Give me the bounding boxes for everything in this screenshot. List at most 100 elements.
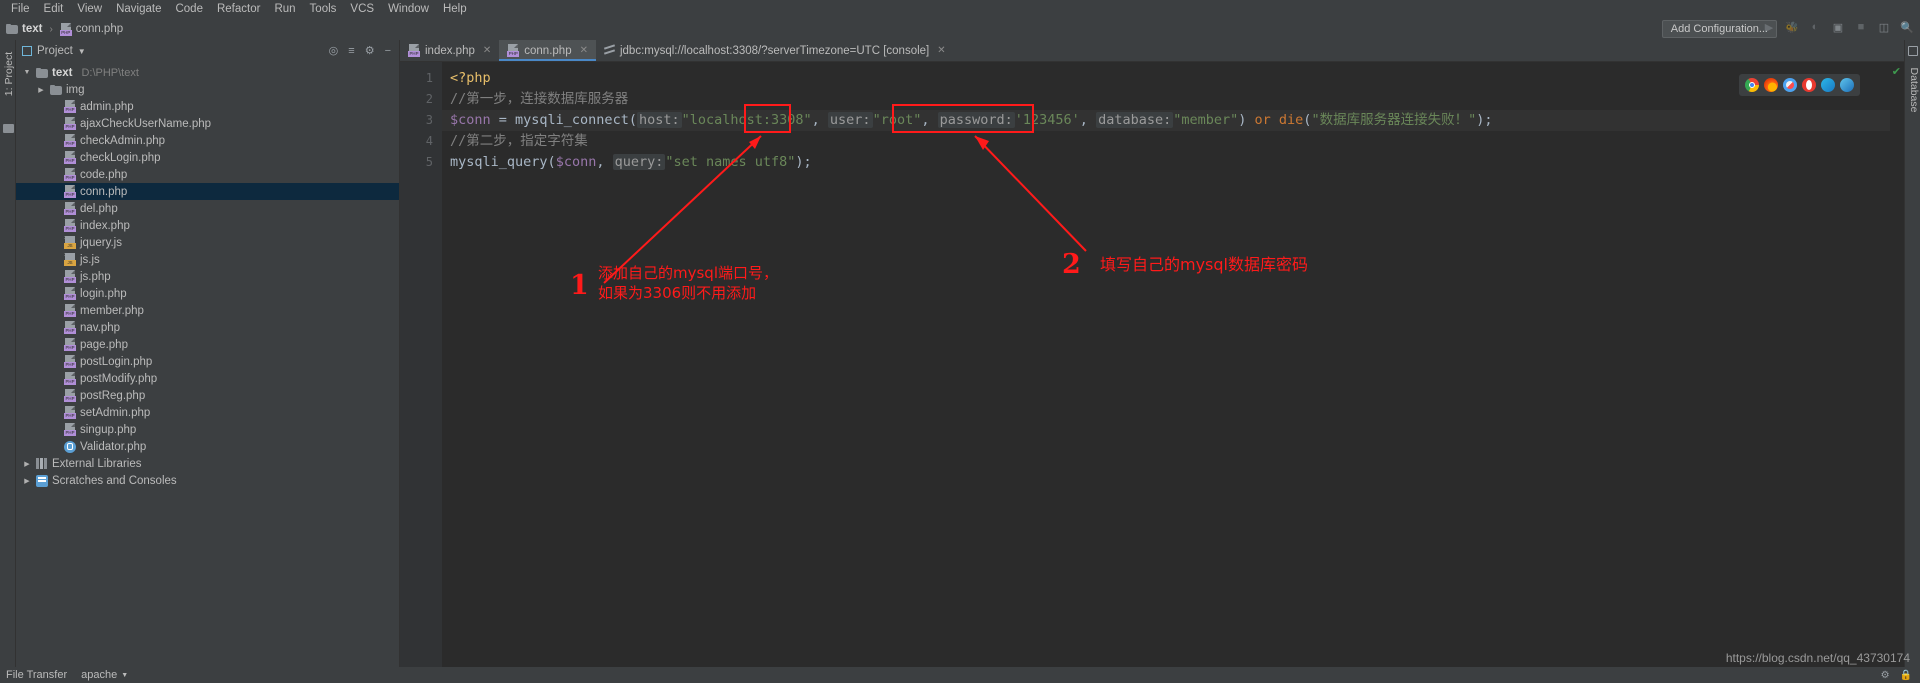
tree-node[interactable]: ▶ 101JS jquery.js bbox=[16, 234, 399, 251]
tree-node[interactable]: ▶ PHP code.php bbox=[16, 166, 399, 183]
tree-node[interactable]: ▶ PHP checkAdmin.php bbox=[16, 132, 399, 149]
menu-item-tools[interactable]: Tools bbox=[303, 2, 344, 16]
tree-node-label: js.php bbox=[80, 270, 111, 283]
editor-tab-index-php[interactable]: PHP index.php ✕ bbox=[400, 40, 499, 61]
menu-item-edit[interactable]: Edit bbox=[37, 2, 71, 16]
tree-node-label: text bbox=[52, 66, 73, 79]
expand-arrow-spacer: ▶ bbox=[50, 239, 60, 247]
layout-icon[interactable]: ◫ bbox=[1877, 20, 1891, 34]
toolbar-icons: ▶ 🐝 ◐ ▣ ■ ◫ 🔍 bbox=[1762, 20, 1914, 34]
expand-arrow-icon[interactable]: ▶ bbox=[22, 460, 32, 468]
tree-node-label: img bbox=[66, 83, 85, 96]
menu-item-navigate[interactable]: Navigate bbox=[109, 2, 168, 16]
menu-item-help[interactable]: Help bbox=[436, 2, 474, 16]
tree-node[interactable]: ▶ 101JS js.js bbox=[16, 251, 399, 268]
expand-arrow-spacer: ▶ bbox=[50, 205, 60, 213]
tree-node[interactable]: ▶ PHP checkLogin.php bbox=[16, 149, 399, 166]
tree-node-label: js.js bbox=[80, 253, 100, 266]
hide-icon[interactable]: − bbox=[385, 46, 391, 57]
run-icon[interactable]: ▶ bbox=[1762, 20, 1776, 34]
expand-arrow-icon[interactable]: ▶ bbox=[36, 86, 46, 94]
collapse-all-icon[interactable]: ≡ bbox=[348, 46, 354, 57]
tree-node[interactable]: ▶ PHP nav.php bbox=[16, 319, 399, 336]
tree-node[interactable]: ▼ text D:\PHP\text bbox=[16, 64, 399, 81]
status-apache[interactable]: apache ▼ bbox=[81, 669, 128, 681]
stop-icon[interactable]: ■ bbox=[1854, 20, 1868, 34]
close-icon[interactable]: ✕ bbox=[483, 45, 491, 56]
tree-node[interactable]: ▶ External Libraries bbox=[16, 455, 399, 472]
opera-icon[interactable] bbox=[1802, 78, 1816, 92]
code-content[interactable]: <?php //第一步，连接数据库服务器 $conn = mysqli_conn… bbox=[442, 62, 1890, 667]
expand-arrow-icon[interactable]: ▶ bbox=[22, 477, 32, 485]
menu-item-refactor[interactable]: Refactor bbox=[210, 2, 267, 16]
profile-icon[interactable]: ▣ bbox=[1831, 20, 1845, 34]
database-console-icon bbox=[604, 45, 615, 56]
tree-node-label: login.php bbox=[80, 287, 127, 300]
project-panel-title[interactable]: Project bbox=[37, 45, 73, 57]
tree-node[interactable]: ▶ PHP page.php bbox=[16, 336, 399, 353]
tree-node-label: member.php bbox=[80, 304, 144, 317]
tree-node[interactable]: ▶ PHP index.php bbox=[16, 217, 399, 234]
tree-node[interactable]: ▶ PHP del.php bbox=[16, 200, 399, 217]
menu-item-run[interactable]: Run bbox=[267, 2, 302, 16]
tree-node[interactable]: ▶ PHP postModify.php bbox=[16, 370, 399, 387]
tree-node[interactable]: ▶ PHP conn.php bbox=[16, 183, 399, 200]
close-icon[interactable]: ✕ bbox=[937, 45, 945, 56]
editor-tab-jdbc-console[interactable]: jdbc:mysql://localhost:3308/?serverTimez… bbox=[596, 40, 954, 61]
menu-item-vcs[interactable]: VCS bbox=[343, 2, 381, 16]
editor-tab-conn-php[interactable]: PHP conn.php ✕ bbox=[499, 40, 596, 61]
paren: ( bbox=[628, 112, 637, 128]
paren: ); bbox=[1476, 112, 1493, 128]
comma: , bbox=[921, 112, 938, 128]
lock-icon[interactable]: 🔒 bbox=[1900, 670, 1912, 681]
tree-node[interactable]: ▶ PHP singup.php bbox=[16, 421, 399, 438]
tree-node[interactable]: ▶ Scratches and Consoles bbox=[16, 472, 399, 489]
close-icon[interactable]: ✕ bbox=[580, 45, 588, 56]
debug-icon[interactable]: 🐝 bbox=[1785, 20, 1799, 34]
search-icon[interactable]: 🔍 bbox=[1900, 20, 1914, 34]
param-hint-query: query: bbox=[612, 154, 666, 170]
chevron-down-icon[interactable]: ▼ bbox=[121, 672, 128, 679]
menu-item-file[interactable]: File bbox=[4, 2, 37, 16]
status-file-transfer[interactable]: File Transfer bbox=[6, 669, 67, 681]
breadcrumb-file[interactable]: conn.php bbox=[76, 23, 123, 35]
gear-icon[interactable]: ⚙ bbox=[1881, 670, 1890, 681]
browser-launcher-bar bbox=[1739, 74, 1860, 96]
firefox-icon[interactable] bbox=[1764, 78, 1778, 92]
expand-arrow-spacer: ▶ bbox=[50, 375, 60, 383]
tree-node[interactable]: ▶ PHP postReg.php bbox=[16, 387, 399, 404]
tool-window-database-tab[interactable]: Database bbox=[1908, 64, 1920, 116]
expand-arrow-spacer: ▶ bbox=[50, 324, 60, 332]
tool-window-project-tab[interactable]: 1: Project bbox=[3, 48, 15, 100]
tree-node[interactable]: ▶ PHP js.php bbox=[16, 268, 399, 285]
tree-node[interactable]: ▶ PHP ajaxCheckUserName.php bbox=[16, 115, 399, 132]
safari-icon[interactable] bbox=[1783, 78, 1797, 92]
tree-node[interactable]: ▶ PHP postLogin.php bbox=[16, 353, 399, 370]
tree-node[interactable]: ▶ PHP member.php bbox=[16, 302, 399, 319]
inspection-ok-icon: ✔ bbox=[1891, 66, 1901, 78]
expand-arrow-icon[interactable]: ▼ bbox=[22, 69, 32, 76]
run-coverage-icon[interactable]: ◐ bbox=[1808, 20, 1822, 34]
tree-node[interactable]: ▶ PHP setAdmin.php bbox=[16, 404, 399, 421]
target-icon[interactable]: ◎ bbox=[329, 46, 339, 57]
menu-item-window[interactable]: Window bbox=[381, 2, 436, 16]
tree-node[interactable]: ▶ Validator.php bbox=[16, 438, 399, 455]
menu-item-view[interactable]: View bbox=[70, 2, 109, 16]
tree-node[interactable]: ▶ img bbox=[16, 81, 399, 98]
tree-node[interactable]: ▶ PHP login.php bbox=[16, 285, 399, 302]
expand-arrow-spacer: ▶ bbox=[50, 392, 60, 400]
expand-arrow-spacer: ▶ bbox=[50, 188, 60, 196]
ie-icon[interactable] bbox=[1840, 78, 1854, 92]
tree-node[interactable]: ▶ PHP admin.php bbox=[16, 98, 399, 115]
php-file-icon: PHP bbox=[64, 134, 76, 147]
add-configuration-button[interactable]: Add Configuration... bbox=[1661, 20, 1777, 38]
breadcrumb-project[interactable]: text bbox=[22, 23, 42, 35]
keyword-die: die bbox=[1278, 112, 1304, 128]
tree-node-label: postModify.php bbox=[80, 372, 158, 385]
chevron-down-icon[interactable]: ▼ bbox=[78, 47, 86, 56]
menu-item-code[interactable]: Code bbox=[168, 2, 210, 16]
chrome-icon[interactable] bbox=[1745, 78, 1759, 92]
tree-node-label: nav.php bbox=[80, 321, 121, 334]
edge-icon[interactable] bbox=[1821, 78, 1835, 92]
settings-icon[interactable]: ⚙ bbox=[365, 46, 375, 57]
